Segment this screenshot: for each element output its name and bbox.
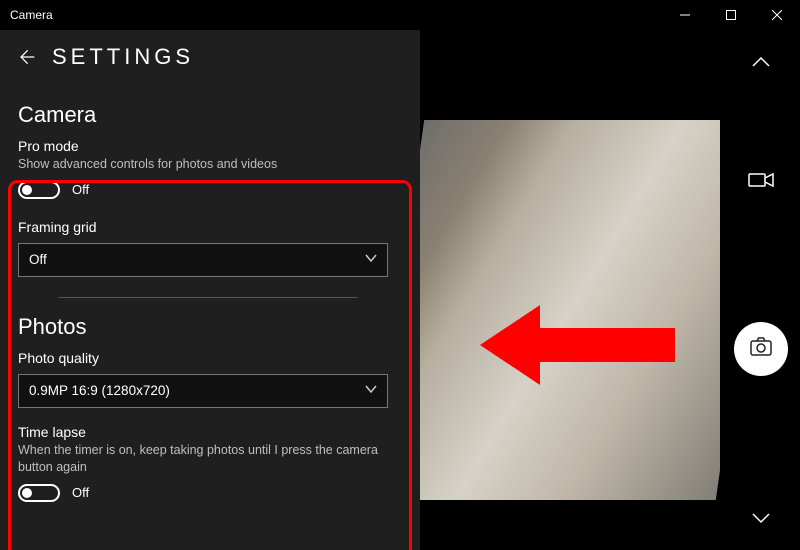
section-camera-heading: Camera bbox=[18, 102, 402, 128]
photo-quality-label: Photo quality bbox=[18, 350, 402, 366]
app-body: SETTINGS Camera Pro mode Show advanced c… bbox=[0, 30, 800, 550]
camera-preview bbox=[420, 30, 722, 550]
titlebar: Camera bbox=[0, 0, 800, 30]
camera-icon bbox=[749, 335, 773, 364]
framing-grid-label: Framing grid bbox=[18, 219, 402, 235]
section-photos-heading: Photos bbox=[18, 314, 402, 340]
app-title: Camera bbox=[0, 8, 53, 22]
pro-mode-state: Off bbox=[72, 182, 89, 197]
right-rail bbox=[722, 30, 800, 550]
framing-grid-dropdown[interactable]: Off bbox=[18, 243, 388, 277]
settings-content[interactable]: Camera Pro mode Show advanced controls f… bbox=[0, 80, 420, 514]
window-controls bbox=[662, 0, 800, 30]
pro-mode-label: Pro mode bbox=[18, 138, 402, 154]
time-lapse-state: Off bbox=[72, 485, 89, 500]
preview-surface bbox=[420, 120, 720, 500]
time-lapse-label: Time lapse bbox=[18, 424, 402, 440]
photo-quality-dropdown[interactable]: 0.9MP 16:9 (1280x720) bbox=[18, 374, 388, 408]
shutter-button[interactable] bbox=[734, 322, 788, 376]
time-lapse-toggle[interactable] bbox=[18, 484, 60, 502]
video-mode-button[interactable] bbox=[747, 166, 775, 194]
back-button[interactable] bbox=[14, 45, 38, 69]
time-lapse-desc: When the timer is on, keep taking photos… bbox=[18, 442, 388, 476]
settings-pane: SETTINGS Camera Pro mode Show advanced c… bbox=[0, 30, 420, 550]
framing-grid-value: Off bbox=[29, 252, 47, 267]
minimize-button[interactable] bbox=[662, 0, 708, 30]
chevron-down-icon[interactable] bbox=[747, 504, 775, 532]
divider bbox=[58, 297, 358, 298]
close-button[interactable] bbox=[754, 0, 800, 30]
app-window: Camera SETTINGS Camera Pro mode bbox=[0, 0, 800, 550]
pro-mode-toggle-row: Off bbox=[18, 181, 402, 199]
pro-mode-toggle[interactable] bbox=[18, 181, 60, 199]
pro-mode-desc: Show advanced controls for photos and vi… bbox=[18, 156, 388, 173]
maximize-button[interactable] bbox=[708, 0, 754, 30]
time-lapse-toggle-row: Off bbox=[18, 484, 402, 502]
settings-title: SETTINGS bbox=[52, 44, 194, 70]
settings-header: SETTINGS bbox=[0, 30, 420, 80]
chevron-up-icon[interactable] bbox=[747, 48, 775, 76]
photo-quality-value: 0.9MP 16:9 (1280x720) bbox=[29, 383, 170, 398]
chevron-down-icon bbox=[365, 252, 377, 267]
chevron-down-icon bbox=[365, 383, 377, 398]
